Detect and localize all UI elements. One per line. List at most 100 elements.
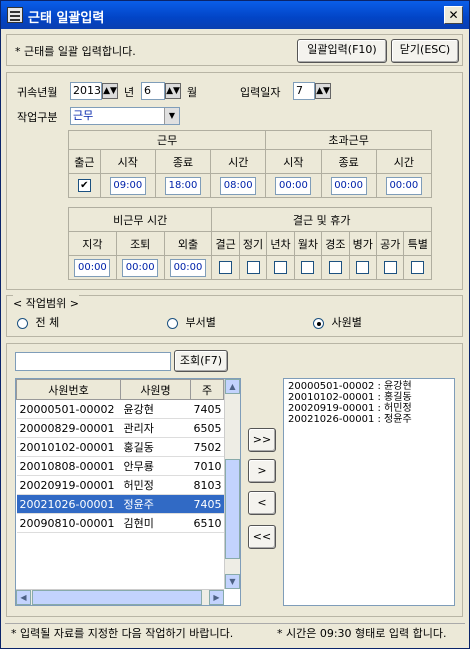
status-right: * 시간은 09:30 형태로 입력 합니다. [277, 627, 447, 640]
outing-field[interactable]: 00:00 [169, 258, 206, 277]
col-work-start: 시작 [99, 149, 156, 174]
regular-checkbox[interactable] [246, 261, 260, 275]
col-late: 지각 [68, 231, 117, 256]
work-type-select[interactable]: 근무 ▼ [70, 107, 180, 125]
add-all-button[interactable]: >> [248, 428, 276, 452]
list-item[interactable]: 20020919-00001 : 허민정 [288, 403, 450, 414]
year-unit: 년 [124, 86, 135, 99]
attend-checkbox[interactable]: ✔ [77, 179, 91, 193]
late-field[interactable]: 00:00 [74, 258, 111, 277]
ot-end-field[interactable]: 00:00 [330, 176, 367, 195]
table-row[interactable]: 20000501-00002 윤강현 7405 [16, 399, 224, 419]
table-cell-extra: 7405 [190, 494, 224, 514]
work-end-field[interactable]: 18:00 [165, 176, 201, 195]
scope-option-all[interactable]: 전 체 [17, 314, 59, 330]
date-spin-icon[interactable]: ▲▼ [315, 83, 331, 99]
employee-hscroll[interactable]: ◀ ▶ [16, 589, 224, 605]
radio-employee-icon[interactable] [313, 317, 324, 329]
remove-all-button[interactable]: << [248, 525, 276, 549]
table-cell-name: 관리자 [120, 418, 191, 438]
work-time-field[interactable]: 08:00 [220, 176, 257, 195]
family-event-checkbox[interactable] [328, 261, 342, 275]
table-cell-id: 20090810-00001 [16, 513, 121, 533]
employee-vscroll[interactable]: ▲ ▼ [224, 379, 240, 589]
close-icon[interactable]: ✕ [444, 6, 463, 24]
col-emp-name[interactable]: 사원명 [120, 379, 191, 400]
remove-button[interactable]: < [248, 491, 276, 515]
official-checkbox[interactable] [383, 261, 397, 275]
col-monthly: 월차 [293, 231, 323, 256]
list-item[interactable]: 20021026-00001 : 정윤주 [288, 414, 450, 425]
monthly-checkbox[interactable] [301, 261, 315, 275]
table-cell-id: 20010102-00001 [16, 437, 121, 457]
year-field[interactable]: 2013 [70, 82, 102, 100]
col-early-leave: 조퇴 [115, 231, 165, 256]
absent-checkbox[interactable] [219, 261, 233, 275]
title-bar: 근태 일괄입력 ✕ [1, 1, 469, 29]
overtime-header: 초과근무 [265, 130, 432, 150]
radio-all-icon[interactable] [17, 317, 28, 329]
ot-start-field[interactable]: 00:00 [275, 176, 312, 195]
radio-dept-icon[interactable] [167, 317, 178, 329]
month-unit: 월 [187, 86, 198, 99]
nonwork-header: 비근무 시간 [67, 207, 213, 232]
add-button[interactable]: > [248, 459, 276, 483]
work-type-value: 근무 [73, 109, 94, 122]
work-type-label: 작업구분 [17, 111, 58, 124]
table-row[interactable]: 20010102-00001 홍길동 7502 [16, 437, 224, 457]
ot-time-field[interactable]: 00:00 [385, 176, 422, 195]
employee-list[interactable]: 사원번호 사원명 주 20000501-00002 윤강현 7405 20000829… [15, 378, 241, 606]
col-absent: 결근 [211, 231, 240, 256]
selected-list[interactable]: 20000501-00002 : 윤강현 20010102-00001 : 홍길동… [283, 378, 455, 606]
sick-checkbox[interactable] [356, 261, 370, 275]
scroll-down-icon[interactable]: ▼ [225, 574, 240, 589]
status-left: * 입력될 자료를 지정한 다음 작업하기 바랍니다. [11, 627, 234, 640]
col-special: 특별 [403, 231, 432, 256]
year-spin-icon[interactable]: ▲▼ [102, 83, 118, 99]
list-item[interactable]: 20000501-00002 : 윤강현 [288, 381, 450, 392]
close-button[interactable]: 닫기(ESC) [391, 39, 459, 63]
month-spin-icon[interactable]: ▲▼ [165, 83, 181, 99]
month-field[interactable]: 6 [141, 82, 165, 100]
table-cell-name: 정윤주 [120, 494, 191, 514]
table-cell-extra: 7502 [190, 437, 224, 457]
work-grid: 근무 초과근무 출근 시작 종료 시간 시작 종료 시간 ✔ 09:00 18:… [67, 130, 433, 198]
notice-text: * 근태를 일괄 입력합니다. [15, 45, 136, 58]
col-emp-no[interactable]: 사원번호 [16, 379, 121, 400]
batch-input-button[interactable]: 일괄입력(F10) [297, 39, 387, 63]
scope-legend: < 작업범위 > [13, 295, 79, 311]
table-row[interactable]: 20090810-00001 김현미 6510 [16, 513, 224, 533]
col-sick: 병가 [348, 231, 378, 256]
scope-option-dept[interactable]: 부서별 [167, 314, 216, 330]
annual-checkbox[interactable] [273, 261, 287, 275]
col-ot-time: 시간 [375, 149, 433, 174]
col-ot-end: 종료 [320, 149, 377, 174]
table-row[interactable]: 20020919-00001 허민정 8103 [16, 475, 224, 495]
search-button[interactable]: 조회(F7) [174, 350, 228, 372]
chevron-down-icon[interactable]: ▼ [164, 108, 179, 124]
scroll-up-icon[interactable]: ▲ [225, 379, 240, 394]
input-date-field[interactable]: 7 [293, 82, 315, 100]
special-checkbox[interactable] [411, 261, 425, 275]
list-item[interactable]: 20010102-00001 : 홍길동 [288, 392, 450, 403]
scroll-thumb[interactable] [225, 459, 240, 559]
table-row[interactable]: 20000829-00001 관리자 6505 [16, 418, 224, 438]
scroll-right-icon[interactable]: ▶ [209, 590, 224, 605]
col-annual: 년차 [266, 231, 295, 256]
table-row[interactable]: 20021026-00001 정윤주 7405 [16, 494, 224, 514]
employee-table: 사원번호 사원명 주 20000501-00002 윤강현 7405 20000829… [16, 379, 224, 533]
table-cell-extra: 7010 [190, 456, 224, 476]
col-work-time: 시간 [210, 149, 267, 174]
scroll-left-icon[interactable]: ◀ [16, 590, 31, 605]
col-emp-extra[interactable]: 주 [190, 379, 224, 400]
table-cell-name: 허민정 [120, 475, 191, 495]
hscroll-thumb[interactable] [32, 590, 202, 605]
col-work-end: 종료 [154, 149, 212, 174]
scope-option-employee[interactable]: 사원별 [313, 314, 362, 330]
work-header: 근무 [67, 130, 267, 150]
employee-panel: 조회(F7) 사원번호 사원명 주 20000501-00002 윤강현 7405 2… [6, 343, 463, 617]
search-input[interactable] [15, 352, 171, 371]
work-start-field[interactable]: 09:00 [109, 176, 146, 195]
table-row[interactable]: 20010808-00001 안무룡 7010 [16, 456, 224, 476]
early-leave-field[interactable]: 00:00 [122, 258, 159, 277]
